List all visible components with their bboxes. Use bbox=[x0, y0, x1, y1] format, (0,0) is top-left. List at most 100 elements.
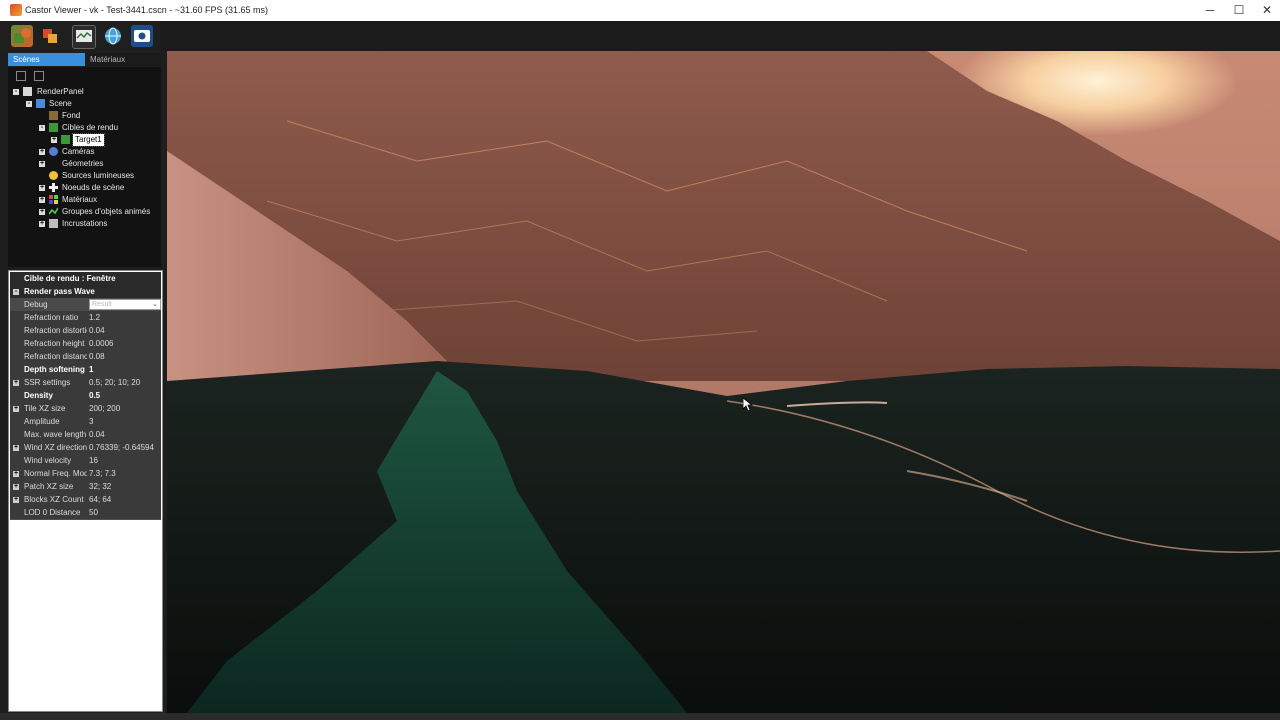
tree-item-scene[interactable]: - Scene bbox=[8, 98, 158, 110]
mouse-cursor-icon bbox=[742, 397, 754, 417]
property-row[interactable]: + Patch XZ size 32; 32 bbox=[10, 480, 161, 494]
expand-icon[interactable]: + bbox=[39, 220, 45, 227]
property-row[interactable]: Max. wave length 0.04 bbox=[10, 428, 161, 442]
property-name: Amplitude bbox=[24, 417, 60, 426]
title-bar: Castor Viewer - vk - Test-3441.cscn - ~3… bbox=[0, 0, 1280, 22]
tree-item-lights[interactable]: Sources lumineuses bbox=[8, 170, 158, 182]
expand-icon[interactable]: + bbox=[51, 136, 57, 143]
property-row[interactable]: Wind velocity 16 bbox=[10, 454, 161, 468]
scene-tree: - RenderPanel - Scene Fond - Cibles de r… bbox=[8, 67, 161, 267]
tree-item-label: Matériaux bbox=[62, 195, 98, 204]
tree-item-target1[interactable]: + Target1 bbox=[8, 133, 158, 147]
tab-scenes[interactable]: Scènes bbox=[8, 53, 85, 66]
property-value[interactable]: 3 bbox=[89, 415, 161, 428]
property-value[interactable]: 0.5 bbox=[89, 389, 161, 402]
property-name: SSR settings bbox=[24, 378, 71, 387]
tab-bar: Scènes Matériaux bbox=[8, 53, 161, 66]
property-row[interactable]: Refraction distance 0.08 bbox=[10, 350, 161, 364]
tab-materials[interactable]: Matériaux bbox=[85, 53, 160, 66]
tree-item-cameras[interactable]: + Caméras bbox=[8, 146, 158, 158]
property-value[interactable]: 0.04 bbox=[89, 428, 161, 441]
property-row[interactable]: Depth softening 1 bbox=[10, 363, 161, 377]
expand-icon[interactable]: + bbox=[13, 483, 19, 490]
property-row[interactable]: + Wind XZ direction 0.76339; -0.64594 bbox=[10, 441, 161, 455]
property-value[interactable]: 64; 64 bbox=[89, 493, 161, 506]
property-name: Refraction ratio bbox=[24, 313, 79, 322]
expand-icon[interactable]: + bbox=[39, 184, 45, 191]
property-value[interactable]: 200; 200 bbox=[89, 402, 161, 415]
property-row[interactable]: + SSR settings 0.5; 20; 10; 20 bbox=[10, 376, 161, 390]
tree-item-label: Cibles de rendu bbox=[62, 123, 119, 132]
tree-item-materials[interactable]: + Matériaux bbox=[8, 194, 158, 206]
minimize-button[interactable]: ─ bbox=[1195, 0, 1225, 21]
property-value[interactable]: 1 bbox=[89, 363, 161, 376]
render-viewport[interactable] bbox=[167, 51, 1280, 713]
open-scene-icon[interactable] bbox=[11, 25, 33, 47]
property-value[interactable]: 1.2 bbox=[89, 311, 161, 324]
expand-all-icon[interactable] bbox=[34, 71, 44, 81]
property-value[interactable]: 0.5; 20; 10; 20 bbox=[89, 376, 161, 389]
status-bar bbox=[0, 713, 1280, 720]
property-value[interactable]: 50 bbox=[89, 506, 161, 519]
tree-item-label: Target1 bbox=[72, 133, 105, 147]
property-row[interactable]: + Blocks XZ Count 64; 64 bbox=[10, 493, 161, 507]
tree-item-render-targets[interactable]: - Cibles de rendu bbox=[8, 122, 158, 134]
property-value[interactable]: 0.0006 bbox=[89, 337, 161, 350]
expand-icon[interactable]: + bbox=[13, 444, 19, 451]
expand-icon[interactable]: + bbox=[13, 405, 19, 412]
properties-group-row[interactable]: - Render pass Wave bbox=[10, 285, 161, 299]
toolbar bbox=[0, 21, 1280, 51]
property-name: Refraction height bbox=[24, 339, 85, 348]
tree-item-geometries[interactable]: + Géometries bbox=[8, 158, 158, 170]
property-row[interactable]: Refraction distortion 0.04 bbox=[10, 324, 161, 338]
expand-icon[interactable]: + bbox=[39, 160, 45, 167]
expand-icon[interactable]: + bbox=[39, 196, 45, 203]
expand-icon[interactable]: + bbox=[39, 208, 45, 215]
light-icon bbox=[49, 171, 58, 180]
property-row[interactable]: Refraction ratio 1.2 bbox=[10, 311, 161, 325]
tree-item-scene-nodes[interactable]: + Noeuds de scène bbox=[8, 182, 158, 194]
properties-group-label: Render pass Wave bbox=[24, 287, 95, 296]
material-icon bbox=[49, 195, 58, 204]
property-row[interactable]: + Tile XZ size 200; 200 bbox=[10, 402, 161, 416]
property-value[interactable]: 16 bbox=[89, 454, 161, 467]
collapse-icon[interactable]: - bbox=[13, 288, 19, 295]
expand-icon[interactable]: + bbox=[13, 470, 19, 477]
collapse-all-icon[interactable] bbox=[16, 71, 26, 81]
property-name: Max. wave length bbox=[24, 430, 87, 439]
maximize-button[interactable]: ☐ bbox=[1224, 0, 1254, 21]
debug-select[interactable]: Result ⌄ bbox=[89, 299, 161, 310]
tree-item-renderpanel[interactable]: - RenderPanel bbox=[8, 86, 158, 98]
expand-icon[interactable]: + bbox=[13, 379, 19, 386]
globe-icon[interactable] bbox=[102, 25, 124, 47]
property-name: Wind XZ direction bbox=[24, 443, 87, 452]
export-icon[interactable] bbox=[39, 25, 61, 47]
property-value[interactable]: 0.08 bbox=[89, 350, 161, 363]
property-row[interactable]: + Normal Freq. Mod. 7.3; 7.3 bbox=[10, 467, 161, 481]
app-icon bbox=[10, 4, 22, 16]
expand-icon[interactable]: + bbox=[39, 148, 45, 155]
collapse-icon[interactable]: - bbox=[13, 88, 19, 95]
close-button[interactable]: ✕ bbox=[1252, 0, 1280, 21]
property-value[interactable]: 0.04 bbox=[89, 324, 161, 337]
property-name: Refraction distortion bbox=[24, 326, 87, 335]
property-row[interactable]: Amplitude 3 bbox=[10, 415, 161, 429]
expand-icon[interactable]: + bbox=[13, 496, 19, 503]
tree-item-fond[interactable]: Fond bbox=[8, 110, 158, 122]
screenshot-icon[interactable] bbox=[131, 25, 153, 47]
tree-item-label: Caméras bbox=[62, 147, 95, 156]
property-row[interactable]: Density 0.5 bbox=[10, 389, 161, 403]
collapse-icon[interactable]: - bbox=[26, 100, 32, 107]
property-value[interactable]: 7.3; 7.3 bbox=[89, 467, 161, 480]
property-row[interactable]: Refraction height 0.0006 bbox=[10, 337, 161, 351]
tree-item-label: Géometries bbox=[62, 159, 104, 168]
collapse-icon[interactable]: - bbox=[39, 124, 45, 131]
property-row[interactable]: LOD 0 Distance 50 bbox=[10, 506, 161, 520]
tree-item-overlays[interactable]: + Incrustations bbox=[8, 218, 158, 230]
property-value[interactable]: 0.76339; -0.64594 bbox=[89, 441, 161, 454]
property-value[interactable]: 32; 32 bbox=[89, 480, 161, 493]
render-view-icon[interactable] bbox=[72, 25, 96, 49]
debug-select-value: Result bbox=[92, 301, 112, 308]
property-row-debug[interactable]: Debug Result ⌄ bbox=[10, 298, 161, 312]
tree-item-animated-groups[interactable]: + Groupes d'objets animés bbox=[8, 206, 158, 218]
